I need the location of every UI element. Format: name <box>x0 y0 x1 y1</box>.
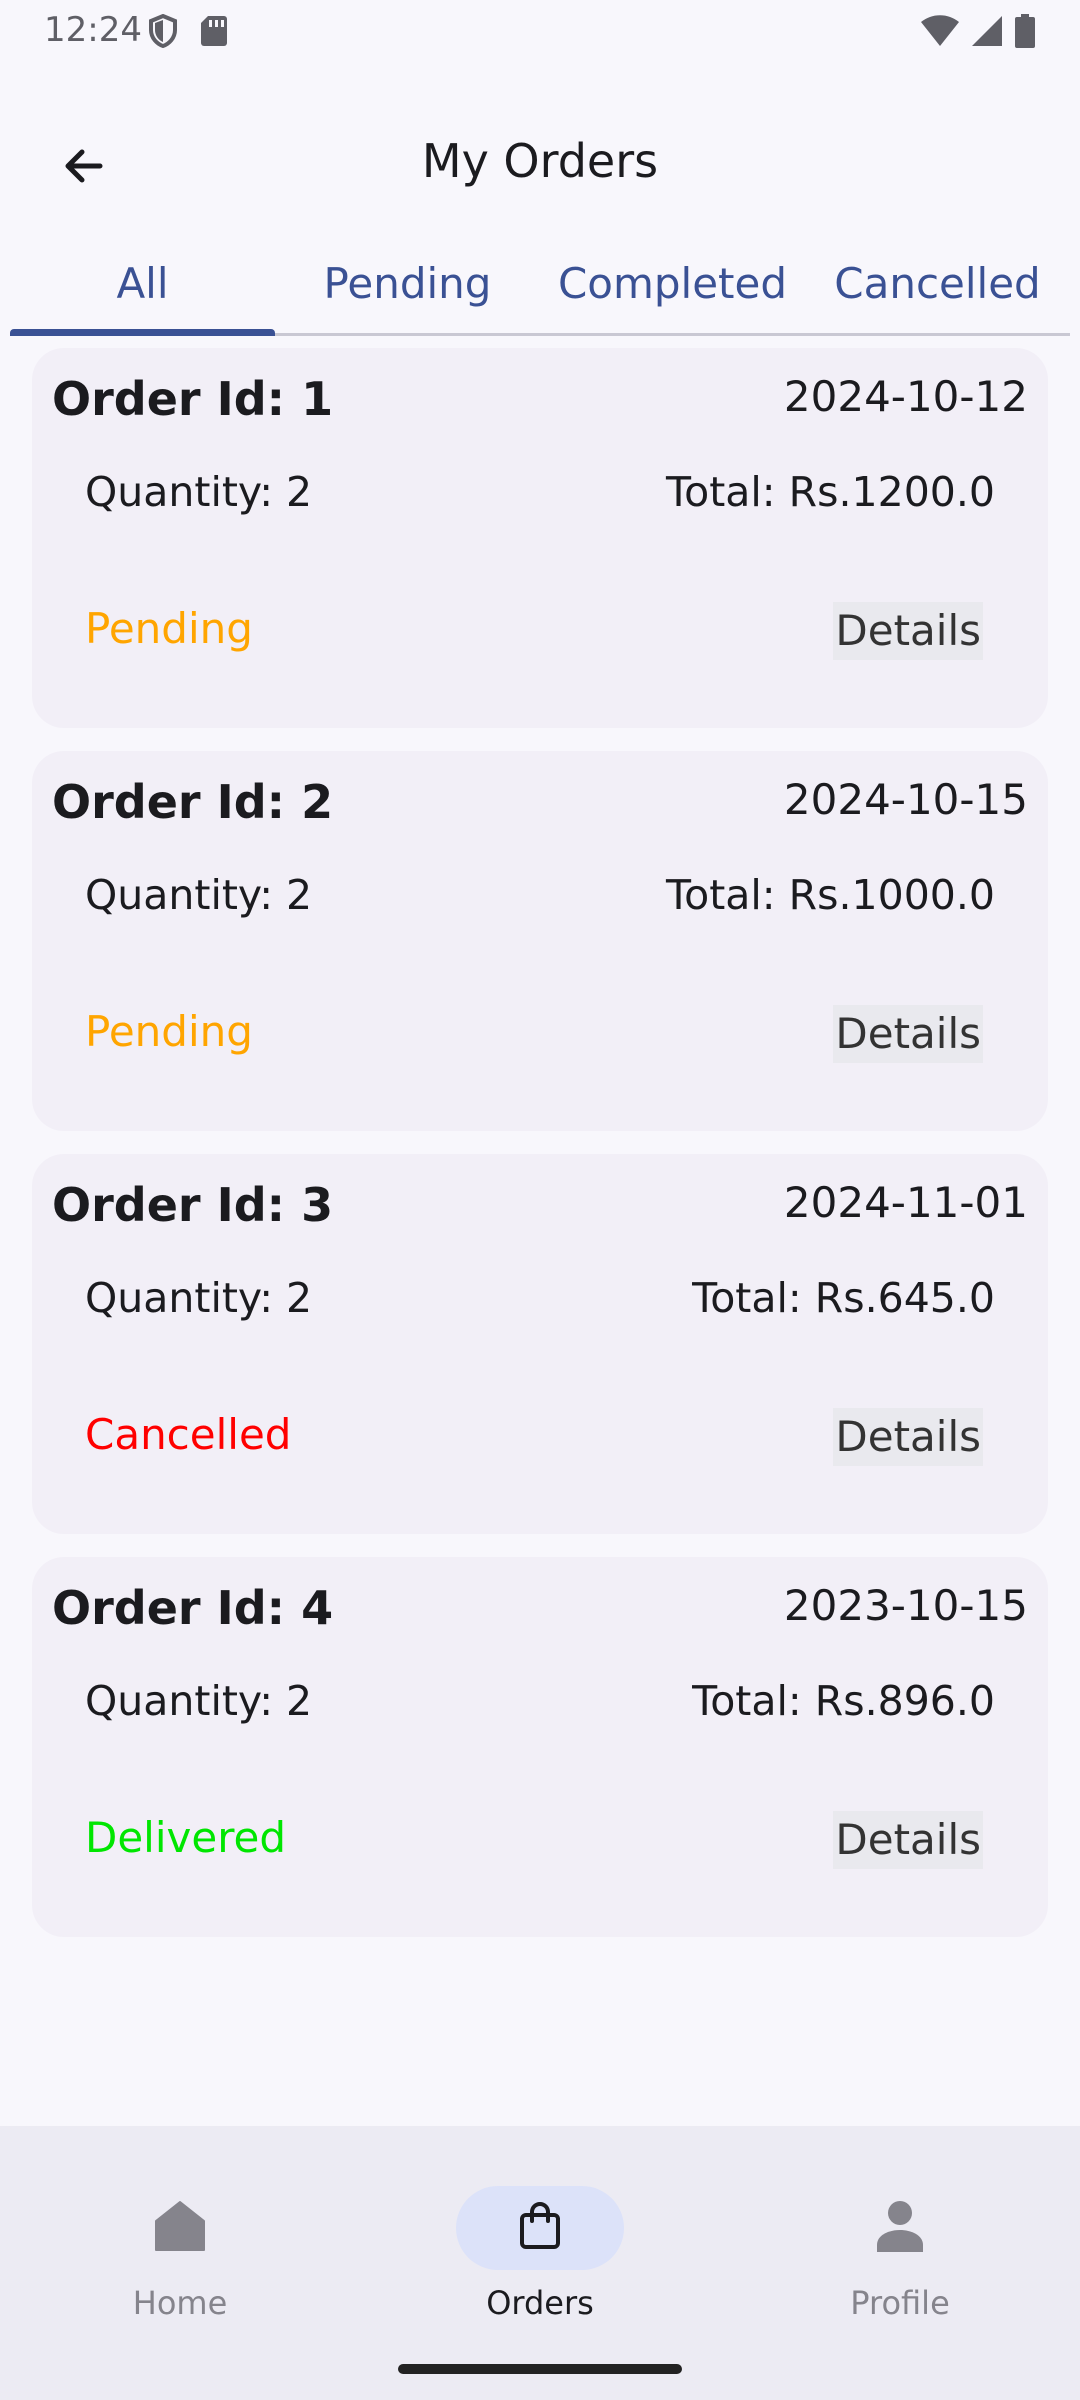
order-card[interactable]: Order Id: 4 2023-10-15 Quantity: 2 Total… <box>32 1557 1048 1937</box>
details-button[interactable]: Details <box>833 1408 983 1466</box>
order-date: 2024-10-15 <box>783 775 1028 824</box>
tab-all[interactable]: All <box>10 230 275 336</box>
battery-icon <box>1014 14 1036 52</box>
order-id: Order Id: 1 <box>52 372 334 426</box>
signal-icon <box>970 14 1004 52</box>
wifi-icon <box>920 14 960 52</box>
nav-indicator <box>456 2186 624 2270</box>
order-quantity: Quantity: 2 <box>85 1274 313 1322</box>
order-status: Pending <box>85 1007 253 1056</box>
order-card[interactable]: Order Id: 3 2024-11-01 Quantity: 2 Total… <box>32 1154 1048 1534</box>
app-bar: My Orders <box>0 110 1080 210</box>
order-date: 2024-11-01 <box>783 1178 1028 1227</box>
tab-completed[interactable]: Completed <box>540 230 805 336</box>
nav-label: Profile <box>850 2284 950 2322</box>
order-quantity: Quantity: 2 <box>85 871 313 919</box>
status-bar: 12:24 <box>0 0 1080 62</box>
tab-pending[interactable]: Pending <box>275 230 540 336</box>
home-icon <box>150 2196 210 2260</box>
order-status: Cancelled <box>85 1410 292 1459</box>
nav-indicator <box>96 2186 264 2270</box>
order-total: Total: Rs.1200.0 <box>666 468 995 516</box>
orders-list: Order Id: 1 2024-10-12 Quantity: 2 Total… <box>32 348 1048 1960</box>
order-id: Order Id: 3 <box>52 1178 334 1232</box>
shopping-bag-icon <box>517 2201 563 2255</box>
order-total: Total: Rs.896.0 <box>692 1677 995 1725</box>
details-button[interactable]: Details <box>833 1005 983 1063</box>
tab-cancelled[interactable]: Cancelled <box>805 230 1070 336</box>
details-button[interactable]: Details <box>833 1811 983 1869</box>
nav-home[interactable]: Home <box>0 2156 360 2326</box>
order-date: 2024-10-12 <box>783 372 1028 421</box>
order-total: Total: Rs.645.0 <box>692 1274 995 1322</box>
order-date: 2023-10-15 <box>783 1581 1028 1630</box>
status-time: 12:24 <box>44 10 142 50</box>
order-id: Order Id: 4 <box>52 1581 334 1635</box>
home-gesture-bar[interactable] <box>398 2364 682 2374</box>
bottom-navigation: Home Orders Profile <box>0 2126 1080 2400</box>
order-tabs: All Pending Completed Cancelled <box>10 230 1070 336</box>
details-button[interactable]: Details <box>833 602 983 660</box>
order-quantity: Quantity: 2 <box>85 468 313 516</box>
shield-icon <box>148 13 178 52</box>
sim-card-icon <box>200 14 228 52</box>
order-total: Total: Rs.1000.0 <box>666 871 995 919</box>
order-card[interactable]: Order Id: 1 2024-10-12 Quantity: 2 Total… <box>32 348 1048 728</box>
nav-indicator <box>816 2186 984 2270</box>
nav-label: Orders <box>486 2284 594 2322</box>
person-icon <box>875 2198 925 2258</box>
order-status: Pending <box>85 604 253 653</box>
tab-indicator <box>10 329 275 336</box>
nav-label: Home <box>132 2284 228 2322</box>
nav-profile[interactable]: Profile <box>720 2156 1080 2326</box>
order-status: Delivered <box>85 1813 287 1862</box>
order-card[interactable]: Order Id: 2 2024-10-15 Quantity: 2 Total… <box>32 751 1048 1131</box>
order-id: Order Id: 2 <box>52 775 334 829</box>
nav-orders[interactable]: Orders <box>360 2156 720 2326</box>
order-quantity: Quantity: 2 <box>85 1677 313 1725</box>
page-title: My Orders <box>421 134 659 188</box>
